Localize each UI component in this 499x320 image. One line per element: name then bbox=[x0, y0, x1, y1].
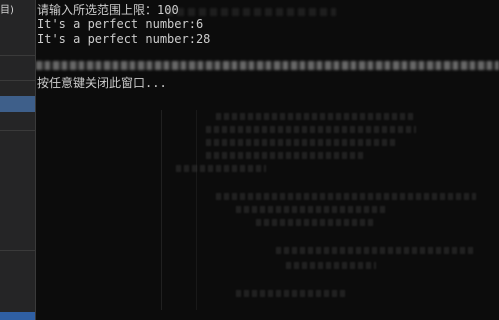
console-ghost-text bbox=[166, 8, 336, 16]
side-pane-divider bbox=[0, 250, 35, 251]
ide-side-pane: 目) bbox=[0, 0, 36, 320]
side-pane-divider bbox=[0, 55, 35, 56]
side-pane-selected-item[interactable] bbox=[0, 96, 35, 112]
console-input-prompt: 请输入所选范围上限：100 bbox=[37, 3, 179, 17]
ghost-code-gutter bbox=[196, 110, 197, 310]
console-window[interactable]: 请输入所选范围上限：100 It's a perfect number:6 It… bbox=[36, 0, 499, 320]
console-blurred-path-line bbox=[36, 61, 499, 70]
side-pane-label: 目) bbox=[0, 5, 14, 16]
console-output-line: It's a perfect number:6 bbox=[37, 17, 204, 31]
side-pane-divider bbox=[0, 130, 35, 131]
side-pane-bottom-tab[interactable] bbox=[0, 312, 35, 320]
ghost-code-gutter bbox=[161, 110, 162, 310]
side-pane-divider bbox=[0, 80, 35, 81]
console-exit-prompt: 按任意键关闭此窗口... bbox=[37, 76, 167, 90]
console-output-line: It's a perfect number:28 bbox=[37, 32, 211, 46]
